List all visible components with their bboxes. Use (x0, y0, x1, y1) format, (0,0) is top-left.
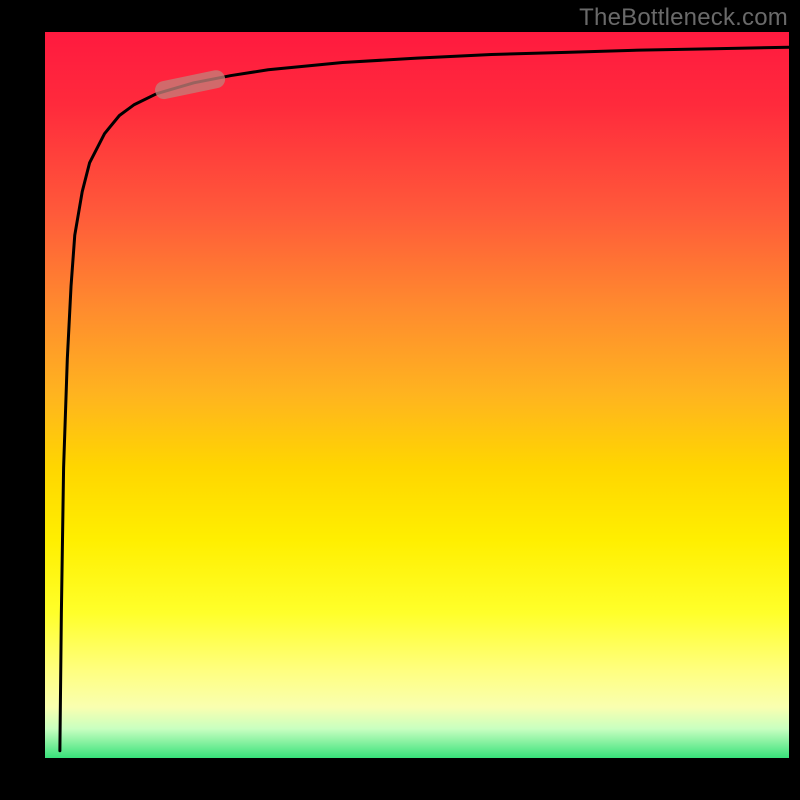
watermark-label: TheBottleneck.com (579, 4, 788, 32)
plot-gradient-background (45, 32, 789, 758)
chart-stage: TheBottleneck.com (0, 0, 800, 800)
